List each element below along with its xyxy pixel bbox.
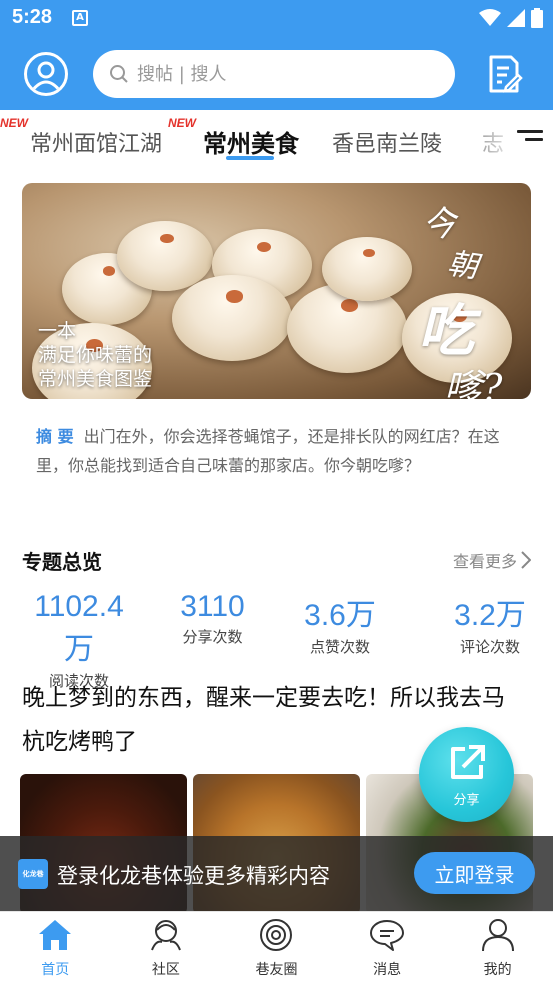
login-prompt-bar: 化龙巷 登录化龙巷体验更多精彩内容 立即登录 [0,836,553,911]
dumpling-image [117,221,213,291]
stat-shares: 3110 分享次数 [160,590,265,647]
user-icon [30,61,62,92]
banner-caption: 一本 满足你味蕾的 常州美食图鉴 [38,319,152,391]
new-badge: NEW [168,116,196,130]
avatar-button[interactable] [24,52,68,96]
search-icon [110,65,128,83]
app-logo: 化龙巷 [18,859,48,889]
stat-value: 1102.4万 [34,590,124,666]
stat-likes: 3.6万 点赞次数 [290,590,390,657]
share-label: 分享 [453,793,480,808]
nav-label: 消息 [373,962,402,978]
search-input[interactable] [137,63,417,85]
menu-icon-line [525,138,543,141]
topic-summary: 摘 要出门在外，你会选择苍蝇馆子，还是排长队的网红店？在这里，你总能找到适合自己… [36,422,506,480]
login-prompt-text: 登录化龙巷体验更多精彩内容 [57,864,330,888]
community-icon [150,920,181,951]
see-more-label: 查看更多 [452,552,517,571]
banner-caption-line: 常州美食图鉴 [38,368,153,390]
tab-changzhou-noodles[interactable]: 常州面馆江湖 [30,126,162,158]
message-icon [370,920,405,951]
search-box[interactable] [93,50,455,98]
nav-community[interactable]: 社区 [111,912,222,984]
banner-script-char: 朝 [445,246,480,286]
profile-icon [481,919,514,952]
dumpling-image [172,275,292,361]
summary-text: 出门在外，你会选择苍蝇馆子，还是排长队的网红店？在这里，你总能找到适合自己味蕾的… [36,427,500,475]
tab-changzhou-food[interactable]: 常州美食 [203,124,299,159]
signal-icon [507,9,525,27]
status-icons [479,8,543,28]
nav-messages[interactable]: 消息 [332,912,443,984]
banner-script-char: 嗲? [444,366,503,399]
wifi-icon [479,9,501,26]
notification-icon: A [72,10,88,26]
status-bar: 5:28 A [0,0,553,38]
summary-tag: 摘 要 [36,427,74,446]
home-icon [39,920,72,950]
stat-value: 3110 [180,590,245,623]
category-tabs: NEW 常州面馆江湖 NEW 常州美食 香邑南兰陵 志 [0,110,553,174]
banner-script-char: 吃 [418,298,474,364]
nav-label: 巷友圈 [255,962,298,978]
edit-button[interactable] [485,54,523,94]
banner-caption-line: 一本 [38,320,77,342]
menu-icon-line [517,130,543,133]
share-icon [451,745,485,779]
status-time: 5:28 [12,6,53,28]
stat-value: 3.6万 [304,599,376,632]
overview-title: 专题总览 [22,550,102,574]
see-more-link[interactable]: 查看更多 [453,548,531,572]
edit-icon [489,55,523,93]
nav-friends-circle[interactable]: 巷友圈 [221,912,332,984]
share-button[interactable]: 分享 [419,727,514,822]
stat-label: 点赞次数 [309,638,370,656]
dumpling-image [322,237,412,301]
nav-label: 社区 [151,962,180,978]
chevron-right-icon [521,551,531,569]
nav-profile[interactable]: 我的 [442,912,553,984]
banner-caption-line: 满足你味蕾的 [38,344,153,366]
nav-label: 首页 [41,962,70,978]
nav-label: 我的 [483,962,512,978]
new-badge: NEW [0,116,28,130]
tab-menu-button[interactable] [517,130,543,152]
tab-xiangyi-nanlanling[interactable]: 香邑南兰陵 [332,126,442,158]
circle-icon [260,919,293,951]
bottom-nav: 首页 社区 巷友圈 消息 我的 [0,911,553,984]
top-bar [0,38,553,110]
battery-icon [531,8,543,28]
login-button[interactable]: 立即登录 [414,852,535,894]
stat-value: 3.2万 [454,599,526,632]
stat-label: 分享次数 [182,628,243,646]
nav-home[interactable]: 首页 [0,912,111,984]
banner-calligraphy: 今 朝 吃 嗲? [418,193,503,399]
stat-label: 评论次数 [459,638,520,656]
stat-comments: 3.2万 评论次数 [440,590,540,657]
active-tab-indicator [226,156,274,160]
topic-banner[interactable]: 一本 满足你味蕾的 常州美食图鉴 今 朝 吃 嗲? [22,183,531,399]
